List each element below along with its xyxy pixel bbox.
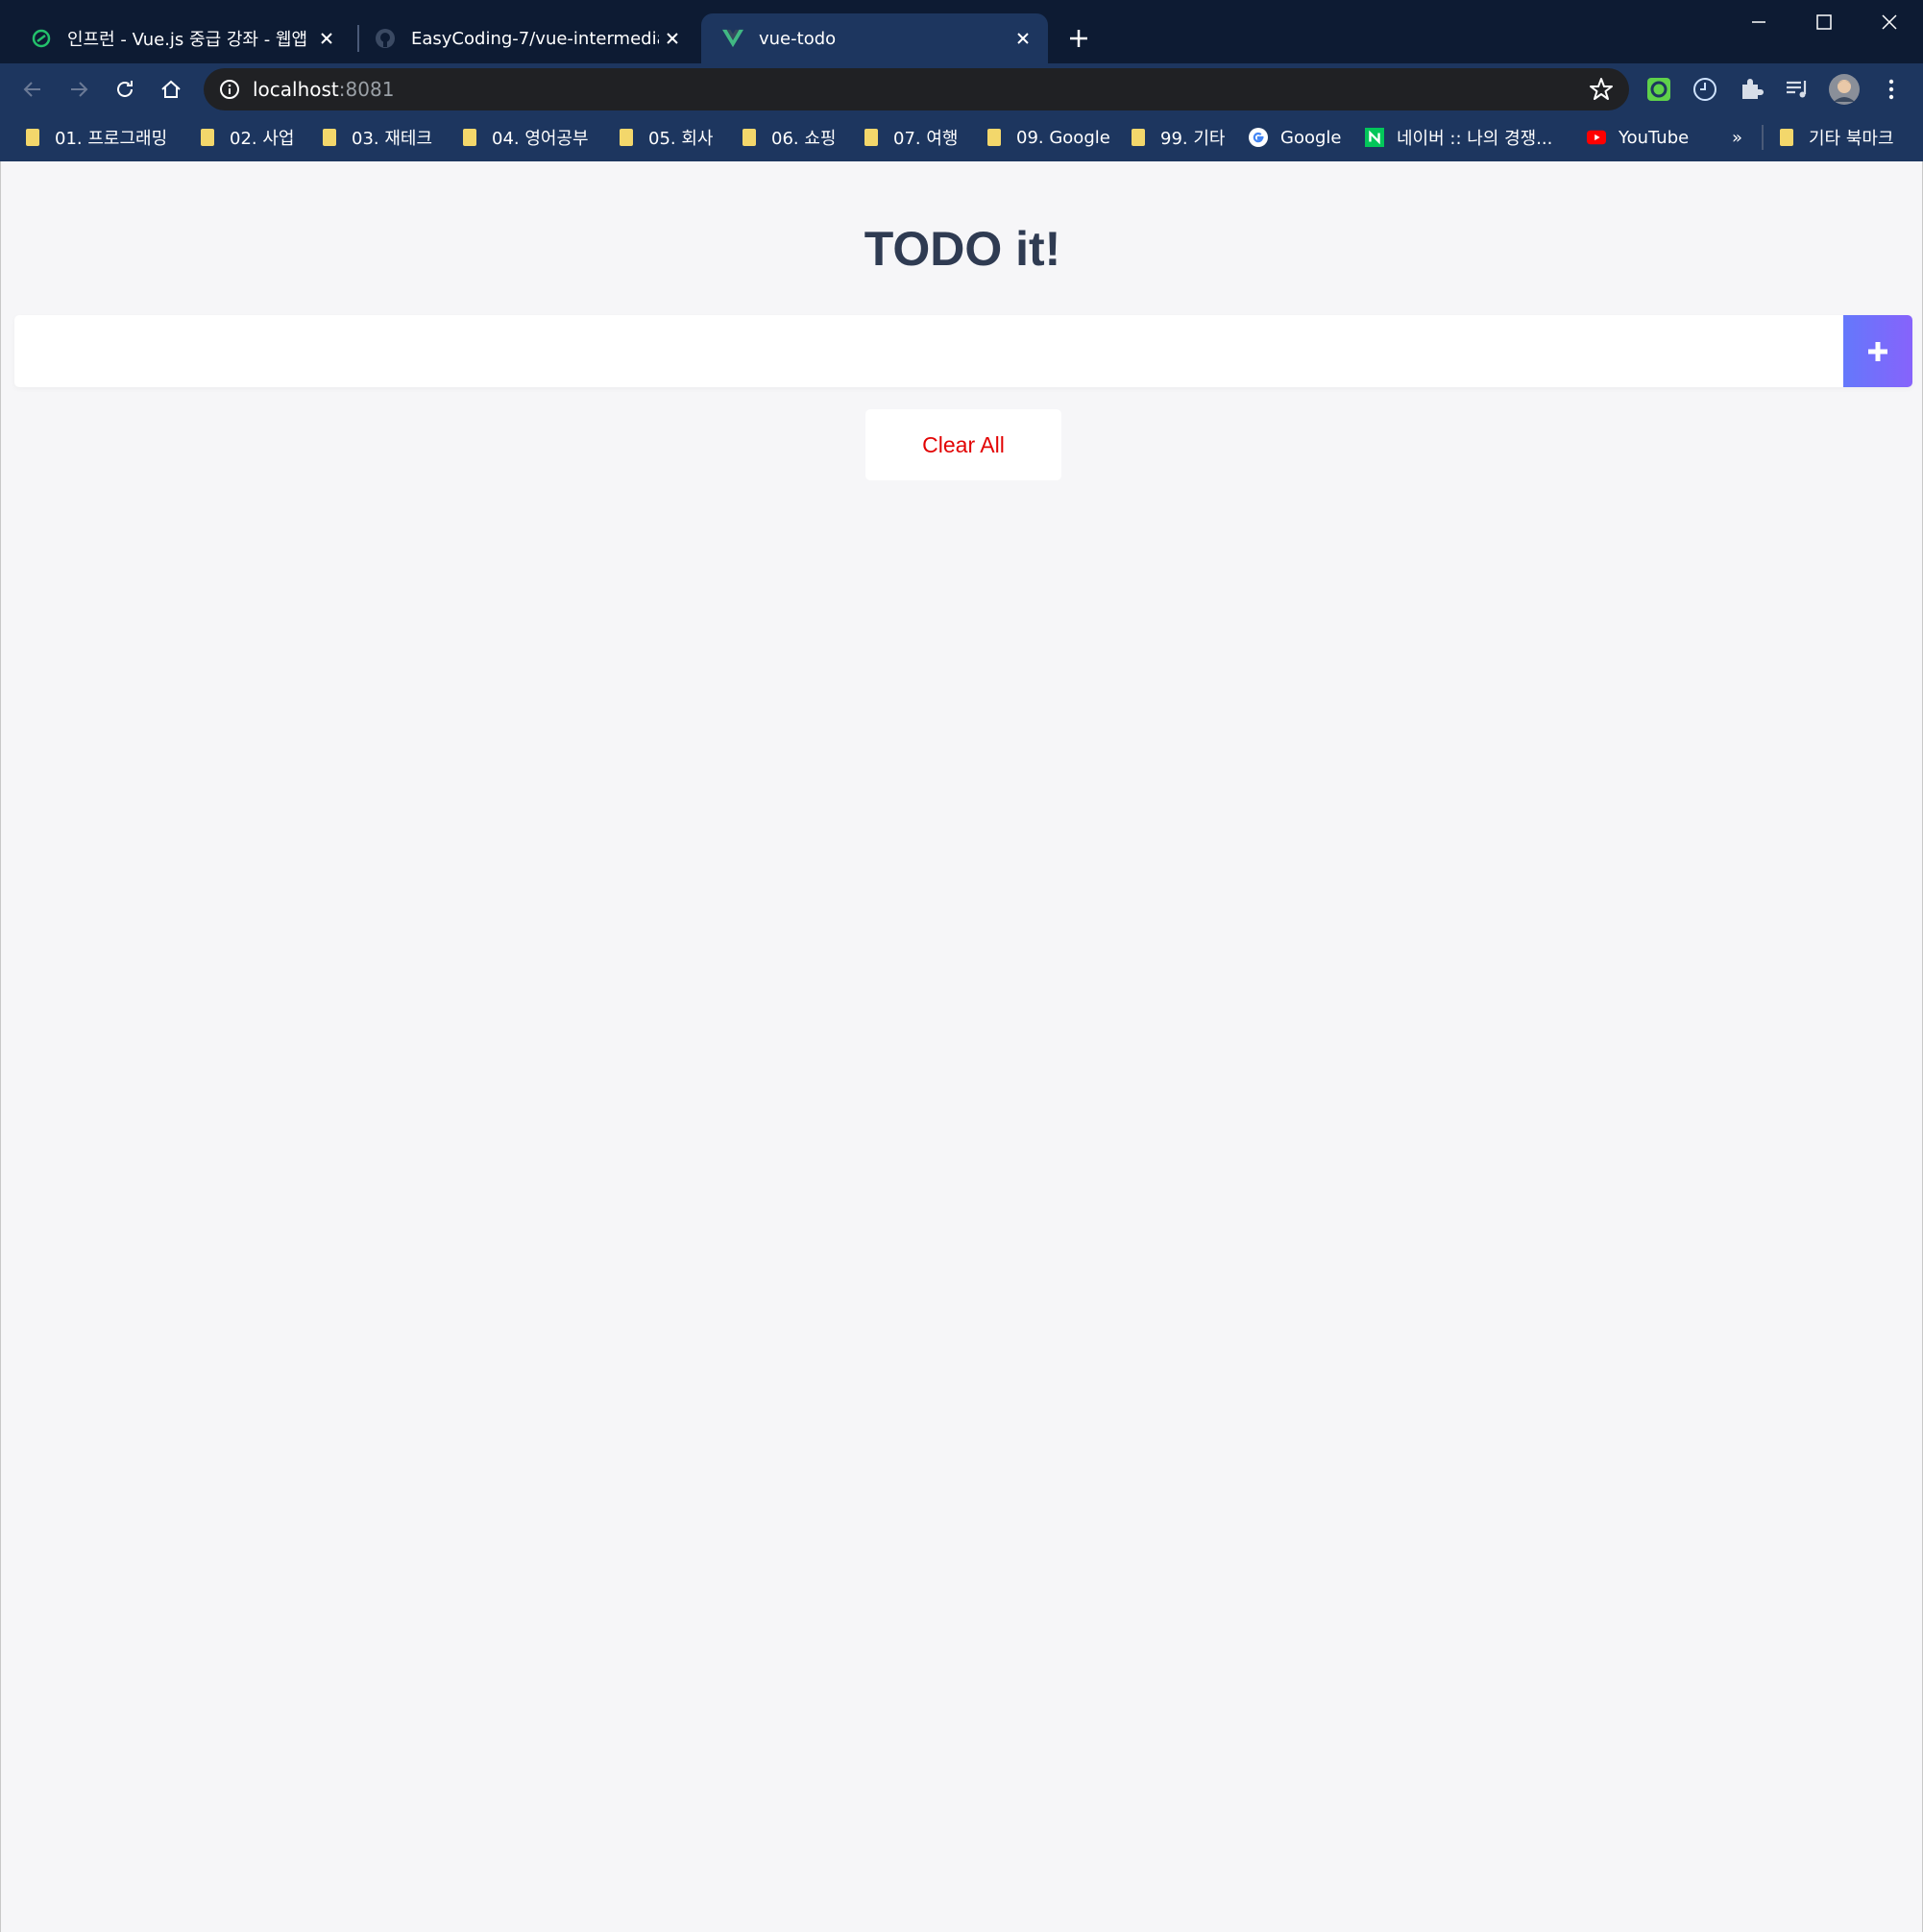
- inflearn-icon: [31, 28, 52, 49]
- maximize-button[interactable]: [1791, 0, 1857, 44]
- folder-icon: [320, 128, 339, 147]
- bookmark-label: 99. 기타: [1160, 129, 1226, 149]
- folder-icon: [1129, 128, 1148, 147]
- bookmark-folder-etc[interactable]: 99. 기타: [1129, 123, 1225, 152]
- bookmarks-bar: 01. 프로그래밍 02. 사업 03. 재테크 04. 영어공부 05. 회사…: [0, 115, 1923, 161]
- home-icon: [161, 80, 181, 98]
- bookmark-label: 03. 재테크: [352, 129, 433, 149]
- plus-icon: [1070, 30, 1087, 47]
- new-tab-button[interactable]: [1063, 23, 1094, 54]
- bookmark-folder-english[interactable]: 04. 영어공부: [460, 123, 589, 152]
- bookmark-label: 05. 회사: [648, 129, 714, 149]
- close-icon[interactable]: [1010, 25, 1036, 52]
- extensions-puzzle-icon[interactable]: [1733, 71, 1769, 108]
- tab-vue-todo[interactable]: vue-todo: [701, 13, 1048, 63]
- url-host: localhost: [253, 78, 339, 101]
- folder-icon: [198, 128, 217, 147]
- url-port: :8081: [338, 78, 395, 101]
- tab-title: vue-todo: [759, 28, 837, 49]
- folder-icon: [985, 128, 1004, 147]
- app-title: TODO it!: [864, 222, 1061, 276]
- folder-icon: [1777, 128, 1796, 147]
- folder-icon: [862, 128, 881, 147]
- bookmark-naver[interactable]: 네이버 :: 나의 경쟁...: [1365, 123, 1552, 152]
- bookmark-folder-google[interactable]: 09. Google: [985, 123, 1110, 152]
- minimize-icon: [1752, 21, 1765, 23]
- star-icon[interactable]: [1589, 77, 1614, 102]
- folder-icon: [460, 128, 479, 147]
- bookmarks-overflow-button[interactable]: »: [1732, 123, 1742, 152]
- arrow-left-icon: [23, 82, 40, 97]
- window-close-button[interactable]: [1857, 0, 1922, 44]
- todo-input-container: [14, 315, 1912, 387]
- naver-icon: [1365, 128, 1384, 147]
- bookmark-label: 09. Google: [1016, 127, 1110, 148]
- close-icon: [1882, 14, 1897, 30]
- bookmark-google[interactable]: Google: [1249, 123, 1341, 152]
- todo-input[interactable]: [14, 315, 1843, 387]
- vue-icon: [722, 28, 743, 49]
- extension-green-icon[interactable]: [1641, 71, 1677, 108]
- minimize-button[interactable]: [1726, 0, 1791, 44]
- bookmark-other-bookmarks[interactable]: 기타 북마크: [1777, 123, 1894, 152]
- close-icon[interactable]: [659, 25, 686, 52]
- youtube-icon: [1587, 128, 1606, 147]
- browser-toolbar: localhost:8081: [0, 63, 1923, 115]
- bookmark-folder-shopping[interactable]: 06. 쇼핑: [740, 123, 836, 152]
- back-button[interactable]: [14, 71, 51, 108]
- folder-icon: [617, 128, 636, 147]
- plus-icon: [1868, 341, 1887, 361]
- address-bar[interactable]: localhost:8081: [204, 68, 1629, 110]
- bookmark-label: 01. 프로그래밍: [55, 129, 168, 149]
- add-todo-button[interactable]: [1843, 315, 1912, 387]
- folder-icon: [740, 128, 759, 147]
- forward-button[interactable]: [61, 71, 97, 108]
- folder-icon: [23, 128, 42, 147]
- home-button[interactable]: [153, 71, 189, 108]
- close-icon[interactable]: [313, 25, 340, 52]
- tab-github[interactable]: EasyCoding-7/vue-intermediate: [353, 13, 697, 63]
- bookmark-label: YouTube: [1619, 127, 1690, 148]
- info-icon[interactable]: [218, 78, 241, 101]
- bookmark-folder-travel[interactable]: 07. 여행: [862, 123, 958, 152]
- reload-button[interactable]: [107, 71, 143, 108]
- bookmarks-divider: [1762, 125, 1764, 150]
- tab-title: EasyCoding-7/vue-intermediate: [411, 28, 659, 49]
- tab-inflearn[interactable]: 인프런 - Vue.js 중급 강좌 - 웹앱: [10, 13, 352, 63]
- bookmark-label: 네이버 :: 나의 경쟁...: [1397, 129, 1553, 149]
- chevron-double-right-icon: »: [1732, 127, 1743, 148]
- clock-icon[interactable]: [1687, 71, 1723, 108]
- reload-icon: [117, 81, 133, 97]
- arrow-right-icon: [71, 82, 88, 97]
- browser-chrome: 인프런 - Vue.js 중급 강좌 - 웹앱 EasyCoding-7/vue…: [0, 0, 1923, 161]
- bookmark-folder-company[interactable]: 05. 회사: [617, 123, 713, 152]
- google-icon: [1249, 128, 1268, 147]
- github-icon: [375, 28, 396, 49]
- bookmark-label: 06. 쇼핑: [771, 129, 837, 149]
- bookmark-folder-finance[interactable]: 03. 재테크: [320, 123, 432, 152]
- bookmark-label: 07. 여행: [893, 129, 959, 149]
- media-queue-icon[interactable]: [1779, 71, 1815, 108]
- bookmark-label: 04. 영어공부: [492, 129, 589, 149]
- bookmark-label: 02. 사업: [230, 129, 295, 149]
- bookmark-youtube[interactable]: YouTube: [1587, 123, 1689, 152]
- more-vert-icon[interactable]: [1873, 71, 1910, 108]
- tab-title: 인프런 - Vue.js 중급 강좌 - 웹앱: [67, 30, 308, 50]
- page-viewport: TODO it! Clear All: [0, 161, 1923, 1932]
- tab-strip: 인프런 - Vue.js 중급 강좌 - 웹앱 EasyCoding-7/vue…: [0, 0, 1923, 63]
- bookmark-label: Google: [1280, 127, 1342, 148]
- bookmark-folder-programming[interactable]: 01. 프로그래밍: [23, 123, 167, 152]
- clear-all-button[interactable]: Clear All: [865, 409, 1061, 480]
- avatar[interactable]: [1826, 71, 1862, 108]
- bookmark-label: 기타 북마크: [1809, 129, 1894, 149]
- maximize-icon: [1816, 14, 1832, 30]
- bookmark-folder-business[interactable]: 02. 사업: [198, 123, 294, 152]
